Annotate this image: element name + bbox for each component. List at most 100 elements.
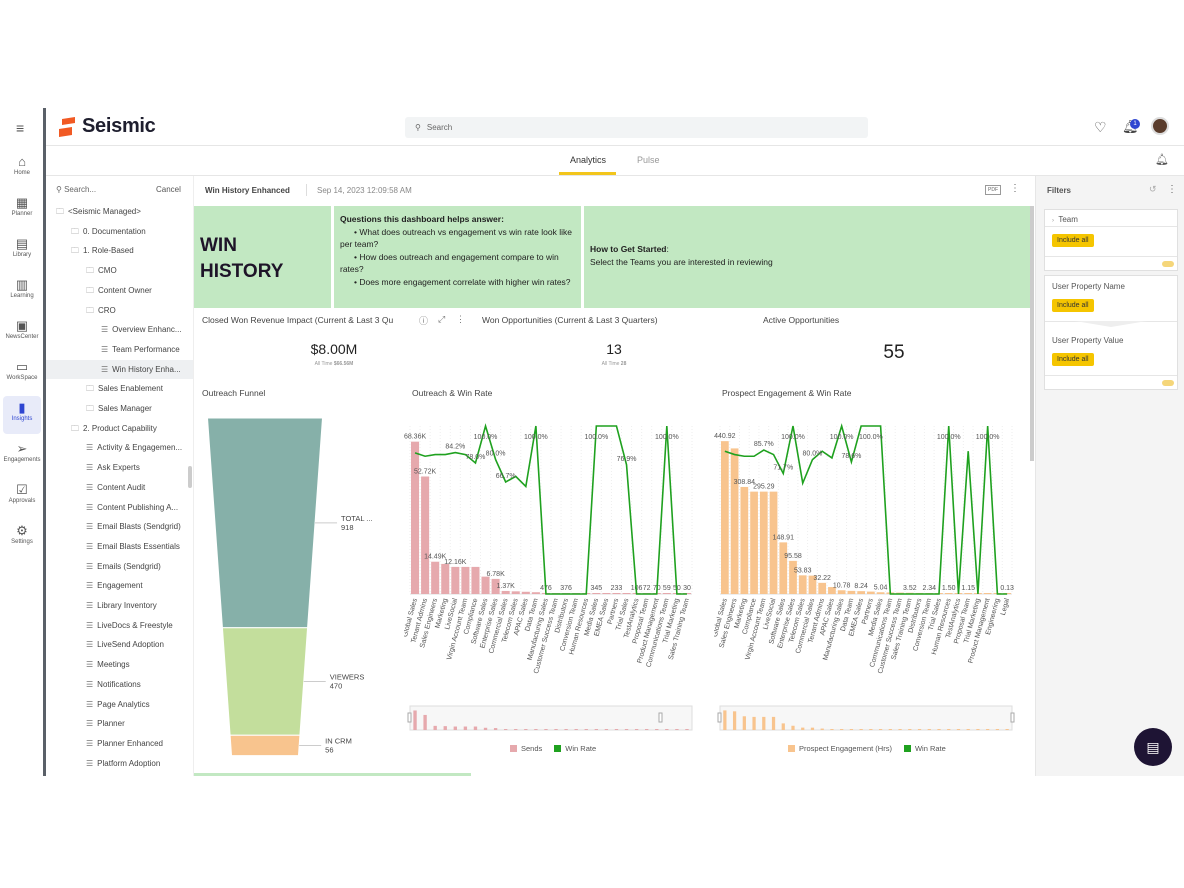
rail-item-engagements[interactable]: ➢ Engagements [3,437,41,475]
bar-data-label: 53.83 [794,567,812,574]
bar-data-label: 1.15 [961,585,975,592]
tree-item[interactable]: ☰ Engagement [46,576,193,595]
tree-cancel-button[interactable]: Cancel [156,185,181,194]
rail-item-planner[interactable]: ▦ Planner [3,191,41,229]
tree-item[interactable]: 🗀︎ CMO [46,261,193,280]
tree-item[interactable]: ☰ Win History Enha... [46,359,193,379]
seismic-logo[interactable]: Seismic [58,115,156,138]
rail-item-settings[interactable]: ⚙ Settings [3,519,41,557]
tree-item[interactable]: 🗀︎ 0. Documentation [46,222,193,241]
export-pdf-button[interactable]: PDF [985,185,1001,195]
funnel-stage [206,417,324,629]
rail-item-approvals[interactable]: ☑ Approvals [3,478,41,516]
tree-item[interactable]: 🗀︎ CRO [46,301,193,320]
tree-item[interactable]: ☰ Email Blasts Essentials [46,537,193,556]
tree-item[interactable]: ☰ Overview Enhanc... [46,320,193,339]
tree-item[interactable]: ☰ Meetings [46,655,193,674]
tab-analytics[interactable]: Analytics [570,155,606,165]
line-data-label: 78.0% [466,454,486,461]
hamburger-menu-icon[interactable]: ≡ [16,120,24,136]
tree-item[interactable]: ☰ Notifications [46,675,193,694]
tree-item[interactable]: ☰ Planner [46,714,193,733]
tree-item[interactable]: ☰ Ask Experts [46,458,193,477]
divider [1045,226,1177,227]
alerts-bell-icon[interactable]: 🔔︎ [1155,153,1169,166]
rail-item-insights[interactable]: ▮ Insights [3,396,41,434]
rail-label: Library [12,252,32,258]
tree-item[interactable]: ☰ Activity & Engagemen... [46,438,193,457]
bar [481,576,490,594]
legend-label-sends[interactable]: Sends [521,744,542,753]
tree-item[interactable]: 🗀︎ 1. Role-Based [46,241,193,260]
tree-item[interactable]: 🗀︎ Content Owner [46,281,193,300]
legend-label-win-rate[interactable]: Win Rate [915,744,946,753]
info-icon[interactable]: ⓘ [419,314,428,327]
bar [750,491,758,594]
report-more-options-icon[interactable]: ⋮ [1010,183,1020,194]
tree-item-label: Engagement [97,581,143,591]
get-started-heading: How to Get Started [590,244,667,254]
rail-item-home[interactable]: ⌂ Home [3,150,41,188]
tree-item[interactable]: ☰ Library Inventory [46,596,193,615]
rail-item-workspace[interactable]: ▭ WorkSpace [3,355,41,393]
tree-item[interactable]: ☰ Content Audit [46,478,193,497]
tree-search-input[interactable]: ⚲ Search... [56,185,96,194]
team-filter-toggle[interactable] [1162,261,1174,267]
filters-more-options-icon[interactable]: ⋮ [1167,184,1177,195]
tree-item[interactable]: ☰ LiveDocs & Freestyle [46,616,193,635]
get-started-text: Select the Teams you are interested in r… [590,257,773,267]
navigator-bar [574,729,578,730]
favorites-heart-icon[interactable]: ♡ [1094,119,1107,136]
tree-scrollbar[interactable] [188,466,192,488]
rail-item-learning[interactable]: ▥ Learning [3,273,41,311]
team-include-all-chip[interactable]: Include all [1052,234,1094,247]
tree-item[interactable]: ☰ Email Blasts (Sendgrid) [46,517,193,536]
funnel-stage-value: 56 [325,745,333,754]
report-icon: ☰ [86,719,94,729]
report-icon: ☰ [101,364,109,374]
navigator-bar [584,729,588,730]
bar [531,592,540,594]
rail-item-newscenter[interactable]: ▣ NewsCenter [3,314,41,352]
bar [944,593,953,594]
tree-item-label: 1. Role-Based [83,246,134,256]
expand-icon[interactable]: ⤢ [438,314,445,325]
bar-data-label: 8.24 [854,583,868,590]
navigator-bar [614,729,619,730]
legend-label-win-rate[interactable]: Win Rate [565,744,596,753]
tree-item[interactable]: 🗀︎ 2. Product Capability [46,419,193,438]
user-property-value-include-all-chip[interactable]: Include all [1052,353,1094,366]
legend-label-prospect-engagement[interactable]: Prospect Engagement (Hrs) [799,744,892,753]
questions-heading: Questions this dashboard helps answer: [340,214,504,224]
rail-label: NewsCenter [5,334,39,340]
folder-icon: 🗀︎ [86,285,94,295]
tab-pulse[interactable]: Pulse [637,155,660,165]
kpi-title-active-opps: Active Opportunities [763,315,840,325]
team-filter-header[interactable]: › Team [1052,215,1078,224]
tree-item[interactable]: 🗀︎ Sales Enablement [46,379,193,398]
tree-item[interactable]: 🗀︎ Sales Manager [46,399,193,418]
user-property-filter-toggle[interactable] [1162,380,1174,386]
user-avatar[interactable] [1151,117,1169,135]
report-icon: ☰ [86,482,94,492]
tree-item[interactable]: ☰ Emails (Sendgrid) [46,557,193,576]
kpi-sub-label: All Time [314,361,333,367]
engagements-icon: ➢ [16,441,28,456]
tree-item[interactable]: ☰ Team Performance [46,340,193,359]
tree-item[interactable]: ☰ Content Publishing A... [46,498,193,517]
chat-button[interactable]: ▤ [1134,728,1172,766]
bar-data-label: 12.16K [444,559,467,566]
line-data-label: 80.0% [803,451,823,458]
rail-item-library[interactable]: ▤ Library [3,232,41,270]
tree-item[interactable]: ☰ Planner Enhanced [46,734,193,753]
tree-item[interactable]: ☰ Platform Adoption [46,754,193,773]
tree-item[interactable]: ☰ LiveSend Adoption [46,635,193,654]
rail-label: Approvals [8,498,36,504]
user-property-name-include-all-chip[interactable]: Include all [1052,299,1094,312]
tree-item[interactable]: ☰ Page Analytics [46,695,193,714]
funnel-stage-label: VIEWERS [330,672,365,681]
tile-more-options-icon[interactable]: ⋮ [456,314,465,325]
reset-filters-icon[interactable]: ↺ [1149,184,1157,195]
tree-item[interactable]: 🗀︎ <Seismic Managed> [46,202,193,221]
global-search-input[interactable]: ⚲ Search [405,117,868,138]
